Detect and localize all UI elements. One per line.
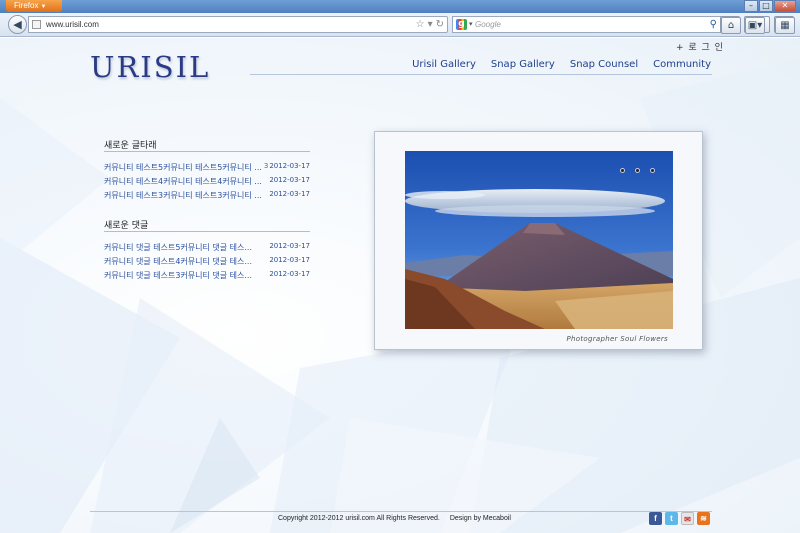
facebook-icon[interactable]: f bbox=[649, 512, 662, 525]
home-icon: ⌂ bbox=[721, 17, 741, 34]
bookmarks-icon: ▣▾ bbox=[745, 17, 765, 34]
comment-count: 3 bbox=[263, 162, 269, 170]
slider-dot-1[interactable] bbox=[620, 168, 625, 173]
recent-comments: 새로운 댓글 커뮤니티 댓글 테스트5커뮤니티 댓글 테스... 2012-03-… bbox=[104, 218, 310, 284]
close-window-button[interactable]: ✕ bbox=[774, 0, 796, 12]
comment-title[interactable]: 커뮤니티 댓글 테스트5커뮤니티 댓글 테스... bbox=[104, 242, 252, 253]
chevron-down-icon: ▼ bbox=[40, 4, 47, 10]
list-item[interactable]: 커뮤니티 테스트4커뮤니티 테스트4커뮤니티 ... 2012-03-17 bbox=[104, 176, 310, 190]
window-controls: – □ ✕ bbox=[744, 0, 796, 12]
comment-date: 2012-03-17 bbox=[269, 242, 310, 250]
twitter-icon[interactable]: t bbox=[665, 512, 678, 525]
list-item[interactable]: 커뮤니티 댓글 테스트4커뮤니티 댓글 테스... 2012-03-17 bbox=[104, 256, 310, 270]
social-links: f t ✉ ≋ bbox=[649, 512, 710, 525]
volcano-landscape-image bbox=[405, 151, 673, 329]
google-engine-icon[interactable]: g bbox=[456, 19, 467, 30]
firefox-menu-button[interactable]: Firefox ▼ bbox=[6, 0, 62, 12]
photo-credit: Photographer Soul Flowers bbox=[566, 335, 668, 343]
post-title[interactable]: 커뮤니티 테스트4커뮤니티 테스트4커뮤니티 ... bbox=[104, 176, 262, 187]
copyright-text: Copyright 2012-2012 urisil.com All Right… bbox=[278, 515, 440, 522]
magnifier-icon[interactable]: ⚲ bbox=[710, 17, 717, 32]
toolbar-buttons: ⌂ ▣▾ ▦ bbox=[720, 16, 795, 34]
design-credit: Design by Mecaboil bbox=[449, 515, 511, 522]
site-logo[interactable]: URISIL bbox=[90, 50, 210, 84]
recent-posts-heading: 새로운 글타래 bbox=[104, 138, 310, 152]
list-item[interactable]: 커뮤니티 테스트3커뮤니티 테스트3커뮤니티 ... 2012-03-17 bbox=[104, 190, 310, 204]
list-item[interactable]: 커뮤니티 댓글 테스트5커뮤니티 댓글 테스... 2012-03-17 bbox=[104, 242, 310, 256]
url-bar-icons: ☆ ▾ ↻ bbox=[413, 17, 444, 32]
nav-divider bbox=[250, 74, 712, 75]
search-bar[interactable]: g ▾ Google ⚲ bbox=[452, 16, 722, 33]
maximize-button[interactable]: □ bbox=[759, 0, 773, 12]
rss-icon[interactable]: ≋ bbox=[697, 512, 710, 525]
arrow-left-icon: ◀ bbox=[13, 18, 22, 31]
slider-dots bbox=[620, 168, 655, 173]
browser-navbar: ◀ www.urisil.com ☆ ▾ ↻ g ▾ Google ⚲ ⌂ ▣▾ ▦ bbox=[0, 13, 800, 37]
window-titlebar: Firefox ▼ – □ ✕ bbox=[0, 0, 800, 13]
back-button[interactable]: ◀ bbox=[8, 15, 27, 34]
comment-title[interactable]: 커뮤니티 댓글 테스트4커뮤니티 댓글 테스... bbox=[104, 256, 252, 267]
history-dropdown-icon[interactable]: ▾ bbox=[428, 19, 433, 30]
post-date: 2012-03-17 bbox=[269, 162, 310, 170]
nav-urisil-gallery[interactable]: Urisil Gallery bbox=[412, 59, 476, 70]
nav-community[interactable]: Community bbox=[653, 59, 711, 70]
comment-date: 2012-03-17 bbox=[269, 256, 310, 264]
page-icon bbox=[32, 20, 41, 29]
bookmark-star-icon[interactable]: ☆ bbox=[416, 19, 425, 30]
nav-snap-gallery[interactable]: Snap Gallery bbox=[491, 59, 555, 70]
list-item[interactable]: 커뮤니티 댓글 테스트3커뮤니티 댓글 테스... 2012-03-17 bbox=[104, 270, 310, 284]
chevron-down-icon[interactable]: ▾ bbox=[469, 17, 473, 32]
login-link[interactable]: + 로 그 인 bbox=[676, 40, 724, 53]
minimize-button[interactable]: – bbox=[744, 0, 758, 12]
mail-icon[interactable]: ✉ bbox=[681, 512, 694, 525]
post-title[interactable]: 커뮤니티 테스트5커뮤니티 테스트5커뮤니티 ... bbox=[104, 162, 262, 173]
post-title[interactable]: 커뮤니티 테스트3커뮤니티 테스트3커뮤니티 ... bbox=[104, 190, 262, 201]
menu-button[interactable]: ▦ bbox=[774, 16, 795, 34]
slider-dot-3[interactable] bbox=[650, 168, 655, 173]
slider-dot-2[interactable] bbox=[635, 168, 640, 173]
recent-comments-heading: 새로운 댓글 bbox=[104, 218, 310, 232]
recent-posts: 새로운 글타래 커뮤니티 테스트5커뮤니티 테스트5커뮤니티 ... 3 2012-… bbox=[104, 138, 310, 204]
footer-divider bbox=[90, 511, 712, 512]
post-date: 2012-03-17 bbox=[269, 190, 310, 198]
comment-title[interactable]: 커뮤니티 댓글 테스트3커뮤니티 댓글 테스... bbox=[104, 270, 252, 281]
slideshow-frame: Photographer Soul Flowers bbox=[374, 131, 703, 350]
page-content: URISIL + 로 그 인 Urisil Gallery Snap Galle… bbox=[0, 38, 800, 533]
reload-icon[interactable]: ↻ bbox=[436, 19, 444, 30]
url-text: www.urisil.com bbox=[46, 20, 99, 29]
comment-date: 2012-03-17 bbox=[269, 270, 310, 278]
url-bar[interactable]: www.urisil.com ☆ ▾ ↻ bbox=[28, 16, 448, 33]
list-item[interactable]: 커뮤니티 테스트5커뮤니티 테스트5커뮤니티 ... 3 2012-03-17 bbox=[104, 162, 310, 176]
search-placeholder: Google bbox=[475, 20, 501, 29]
main-nav: Urisil Gallery Snap Gallery Snap Counsel… bbox=[412, 59, 711, 70]
home-button[interactable]: ⌂ bbox=[720, 16, 741, 34]
grid-icon: ▦ bbox=[775, 17, 795, 34]
nav-snap-counsel[interactable]: Snap Counsel bbox=[570, 59, 638, 70]
bookmarks-button[interactable]: ▣▾ bbox=[744, 16, 770, 34]
slideshow-photo[interactable] bbox=[405, 151, 673, 329]
post-date: 2012-03-17 bbox=[269, 176, 310, 184]
footer-copyright: Copyright 2012-2012 urisil.com All Right… bbox=[278, 515, 511, 522]
firefox-menu-label: Firefox bbox=[14, 1, 39, 10]
